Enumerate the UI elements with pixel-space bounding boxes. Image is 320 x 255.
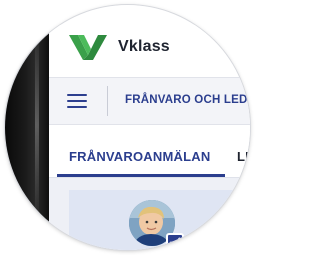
tab-franvaroanmalan[interactable]: FRÅNVAROANMÄLAN: [69, 149, 210, 164]
section-navbar: FRÅNVARO OCH LEDIG: [49, 77, 250, 125]
vklass-logo-icon: [69, 35, 107, 60]
magnifier-lens: Vklass FRÅNVARO OCH LEDIG FRÅNVAROANMÄLA…: [5, 5, 250, 250]
checkbox-checked-icon[interactable]: [166, 233, 184, 250]
hamburger-menu-icon[interactable]: [67, 91, 89, 109]
phone-bezel: [5, 5, 49, 250]
bezel-highlight: [35, 25, 39, 225]
active-tab-indicator: [57, 174, 225, 177]
screenshot-stage: Vklass FRÅNVARO OCH LEDIG FRÅNVAROANMÄLA…: [0, 0, 255, 255]
tab-bar: FRÅNVAROANMÄLAN LED: [49, 131, 250, 178]
nav-divider: [107, 86, 108, 116]
brand-name: Vklass: [118, 38, 170, 55]
app-header: Vklass: [49, 25, 250, 71]
app-screen: Vklass FRÅNVARO OCH LEDIG FRÅNVAROANMÄLA…: [49, 5, 250, 250]
tab-ledighet[interactable]: LED: [237, 149, 250, 164]
section-title: FRÅNVARO OCH LEDIG: [125, 94, 250, 106]
checkmark-icon: [170, 237, 181, 247]
